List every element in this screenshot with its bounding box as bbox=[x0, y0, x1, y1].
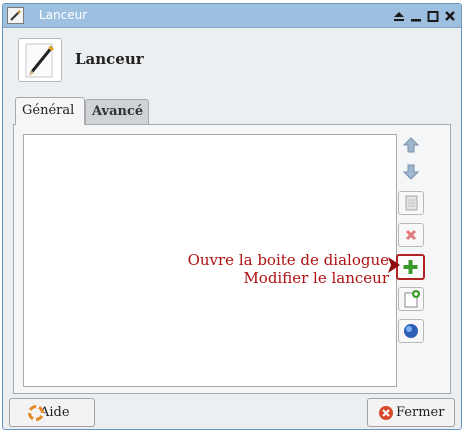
close-button[interactable]: Fermer bbox=[367, 398, 455, 427]
document-icon bbox=[405, 195, 418, 211]
remove-item-button[interactable] bbox=[398, 223, 424, 247]
annotation-line-2: Modifier le lanceur bbox=[243, 269, 389, 287]
lifebuoy-icon bbox=[28, 405, 44, 421]
close-icon[interactable] bbox=[443, 8, 457, 22]
minimize-icon[interactable] bbox=[409, 8, 423, 22]
arrow-down-icon bbox=[402, 164, 420, 180]
app-pencil-icon[interactable] bbox=[7, 7, 24, 24]
help-button[interactable]: Aide bbox=[9, 398, 95, 427]
tab-advanced[interactable]: Avancé bbox=[85, 99, 149, 125]
tab-general[interactable]: Général bbox=[15, 97, 85, 125]
pencil-paper-icon bbox=[18, 38, 62, 82]
plus-icon bbox=[403, 260, 418, 274]
close-circle-icon bbox=[379, 406, 393, 420]
eject-icon[interactable] bbox=[392, 8, 406, 22]
page-title: Lanceur bbox=[75, 50, 144, 68]
add-item-button[interactable] bbox=[396, 254, 425, 280]
window-title: Lanceur bbox=[39, 8, 88, 22]
dialog-header: Lanceur bbox=[3, 28, 461, 94]
launcher-window: Lanceur Lanceur Général Avancé Ouvre la … bbox=[2, 3, 462, 430]
annotation-line-1: Ouvre la boite de dialogue bbox=[187, 251, 389, 269]
move-down-button[interactable] bbox=[398, 159, 424, 183]
maximize-icon[interactable] bbox=[426, 8, 440, 22]
pointer-arrow-icon bbox=[388, 257, 400, 273]
move-up-button[interactable] bbox=[398, 134, 424, 158]
edit-item-button[interactable] bbox=[398, 191, 424, 215]
arrow-up-icon bbox=[402, 137, 420, 153]
annotation-callout: Ouvre la boite de dialogue Modifier le l… bbox=[135, 251, 389, 287]
new-item-button[interactable] bbox=[398, 287, 424, 311]
help-label: Aide bbox=[40, 405, 70, 420]
close-label: Fermer bbox=[396, 405, 445, 420]
globe-icon bbox=[404, 324, 418, 338]
web-item-button[interactable] bbox=[398, 319, 424, 343]
new-document-icon bbox=[404, 290, 420, 308]
x-icon bbox=[405, 229, 417, 241]
title-bar[interactable]: Lanceur bbox=[3, 4, 461, 28]
